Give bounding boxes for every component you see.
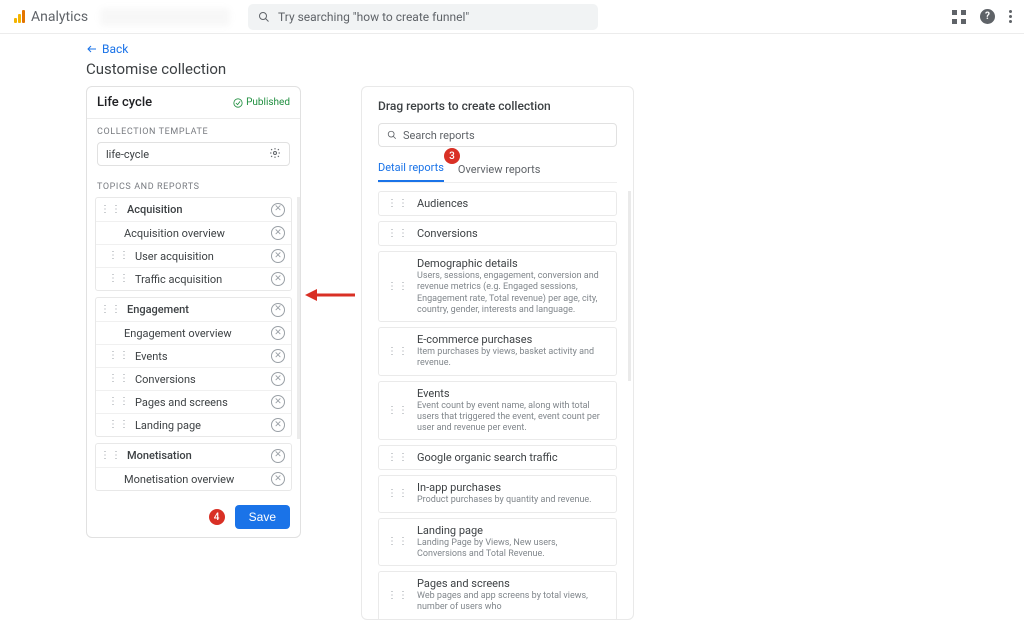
help-icon[interactable]: ? (980, 9, 995, 24)
remove-icon[interactable]: ✕ (271, 226, 285, 240)
search-placeholder: Try searching "how to create funnel" (278, 10, 469, 24)
drag-handle-icon[interactable]: ⋮⋮ (108, 397, 130, 407)
drag-handle-icon[interactable]: ⋮⋮ (108, 274, 130, 284)
topic-item[interactable]: ⋮⋮ Acquisition ✕ (96, 198, 291, 221)
report-item[interactable]: Monetisation overview✕ (96, 467, 291, 490)
drag-handle-icon[interactable]: ⋮⋮ (387, 488, 409, 499)
report-item[interactable]: Engagement overview✕ (96, 321, 291, 344)
analytics-logo-icon (14, 10, 25, 23)
drag-handle-icon[interactable]: ⋮⋮ (100, 305, 122, 315)
report-draggable[interactable]: ⋮⋮EventsEvent count by event name, along… (378, 381, 617, 441)
annotation-badge: 4 (209, 509, 225, 525)
remove-icon[interactable]: ✕ (271, 349, 285, 363)
reports-panel: Drag reports to create collection Search… (361, 86, 634, 620)
remove-icon[interactable]: ✕ (271, 272, 285, 286)
arrow-left-icon (86, 43, 98, 55)
drag-handle-icon[interactable]: ⋮⋮ (387, 590, 409, 601)
topic-name: Acquisition (127, 203, 271, 216)
report-draggable[interactable]: ⋮⋮Google organic search traffic (378, 445, 617, 470)
remove-icon[interactable]: ✕ (271, 395, 285, 409)
drag-handle-icon[interactable]: ⋮⋮ (387, 281, 409, 292)
back-link[interactable]: Back (86, 42, 1024, 56)
drag-handle-icon[interactable]: ⋮⋮ (387, 346, 409, 357)
drag-handle-icon[interactable]: ⋮⋮ (108, 420, 130, 430)
remove-icon[interactable]: ✕ (271, 203, 285, 217)
search-icon (387, 130, 397, 140)
save-button[interactable]: Save (235, 505, 290, 529)
report-draggable[interactable]: ⋮⋮Pages and screensWeb pages and app scr… (378, 571, 617, 619)
topic-name: Engagement (127, 303, 271, 316)
drag-handle-icon[interactable]: ⋮⋮ (387, 198, 409, 209)
report-item[interactable]: ⋮⋮Traffic acquisition✕ (96, 267, 291, 290)
drag-handle-icon[interactable]: ⋮⋮ (387, 228, 409, 239)
template-value: life-cycle (106, 148, 149, 161)
report-draggable[interactable]: ⋮⋮Demographic detailsUsers, sessions, en… (378, 251, 617, 322)
reports-search-placeholder: Search reports (403, 129, 475, 142)
report-item[interactable]: ⋮⋮Pages and screens✕ (96, 390, 291, 413)
report-item[interactable]: ⋮⋮Events✕ (96, 344, 291, 367)
topic-name: Monetisation (127, 449, 271, 462)
topic-item[interactable]: ⋮⋮ Monetisation ✕ (96, 444, 291, 467)
topic-item[interactable]: ⋮⋮ Engagement ✕ (96, 298, 291, 321)
property-selector[interactable] (100, 8, 230, 26)
search-icon (258, 11, 270, 23)
remove-icon[interactable]: ✕ (271, 418, 285, 432)
remove-icon[interactable]: ✕ (271, 472, 285, 486)
drag-handle-icon[interactable]: ⋮⋮ (108, 374, 130, 384)
topic-group: ⋮⋮ Acquisition ✕ Acquisition overview✕ ⋮… (95, 197, 292, 291)
tab-overview-reports[interactable]: Overview reports (458, 159, 541, 182)
check-circle-icon (233, 98, 243, 108)
template-field[interactable]: life-cycle (97, 142, 290, 166)
topic-group: ⋮⋮ Engagement ✕ Engagement overview✕ ⋮⋮E… (95, 297, 292, 437)
collection-card: Life cycle Published COLLECTION TEMPLATE… (86, 86, 301, 538)
remove-icon[interactable]: ✕ (271, 303, 285, 317)
drag-handle-icon[interactable]: ⋮⋮ (387, 405, 409, 416)
template-label: COLLECTION TEMPLATE (87, 119, 300, 142)
remove-icon[interactable]: ✕ (271, 249, 285, 263)
annotation-badge: 3 (444, 148, 460, 164)
remove-icon[interactable]: ✕ (271, 326, 285, 340)
remove-icon[interactable]: ✕ (271, 372, 285, 386)
report-draggable[interactable]: ⋮⋮In-app purchasesProduct purchases by q… (378, 475, 617, 512)
app-header: Analytics Try searching "how to create f… (0, 0, 1024, 34)
report-draggable[interactable]: ⋮⋮Conversions (378, 221, 617, 246)
collection-name: Life cycle (97, 95, 152, 110)
report-item[interactable]: ⋮⋮Conversions✕ (96, 367, 291, 390)
search-input[interactable]: Try searching "how to create funnel" (248, 4, 598, 30)
drag-handle-icon[interactable]: ⋮⋮ (387, 452, 409, 463)
drag-direction-arrow-icon (301, 286, 361, 304)
topic-group: ⋮⋮ Monetisation ✕ Monetisation overview✕ (95, 443, 292, 491)
report-draggable[interactable]: ⋮⋮Audiences (378, 191, 617, 216)
drag-handle-icon[interactable]: ⋮⋮ (108, 351, 130, 361)
apps-icon[interactable] (952, 10, 966, 24)
page-title: Customise collection (86, 60, 1024, 78)
back-label: Back (102, 42, 128, 56)
status-text: Published (246, 97, 290, 108)
drag-handle-icon[interactable]: ⋮⋮ (100, 205, 122, 215)
report-draggable[interactable]: ⋮⋮Landing pageLanding Page by Views, New… (378, 518, 617, 567)
reports-title: Drag reports to create collection (378, 99, 617, 113)
scrollbar[interactable] (297, 197, 300, 439)
status-badge: Published (233, 97, 290, 108)
drag-handle-icon[interactable]: ⋮⋮ (100, 451, 122, 461)
report-draggable[interactable]: ⋮⋮E-commerce purchasesItem purchases by … (378, 327, 617, 376)
more-menu-icon[interactable] (1009, 10, 1012, 23)
remove-icon[interactable]: ✕ (271, 449, 285, 463)
report-item[interactable]: Acquisition overview✕ (96, 221, 291, 244)
topics-label: TOPICS AND REPORTS (87, 174, 300, 197)
drag-handle-icon[interactable]: ⋮⋮ (387, 536, 409, 547)
reports-search-input[interactable]: Search reports (378, 123, 617, 147)
scrollbar[interactable] (628, 191, 631, 381)
brand-name: Analytics (31, 9, 88, 25)
tabs: 3 Detail reports Overview reports (378, 157, 617, 183)
drag-handle-icon[interactable]: ⋮⋮ (108, 251, 130, 261)
report-item[interactable]: ⋮⋮Landing page✕ (96, 413, 291, 436)
gear-icon[interactable] (269, 147, 281, 162)
report-item[interactable]: ⋮⋮User acquisition✕ (96, 244, 291, 267)
tab-detail-reports[interactable]: Detail reports (378, 157, 444, 182)
